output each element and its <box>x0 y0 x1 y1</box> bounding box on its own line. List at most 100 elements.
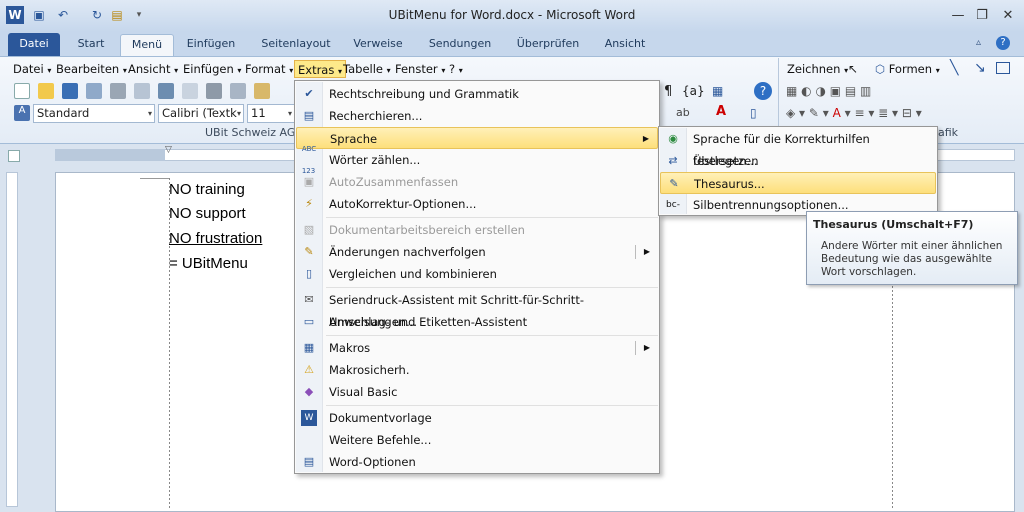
menu-einfuegen[interactable]: Einfügen ▾ <box>180 60 244 78</box>
research-toolbar-icon[interactable] <box>182 83 198 99</box>
menu-item-set-language[interactable]: ◉ Sprache für die Korrekturhilfen festleg… <box>660 128 936 168</box>
shape-tools-icon[interactable]: ▦ ◐ ◑ ▣ ▤ ▥ <box>786 84 871 98</box>
hyphenation-icon: bc- <box>666 200 680 210</box>
highlight-icon[interactable]: ab <box>676 106 690 119</box>
collapse-ribbon-icon[interactable]: ▵ <box>976 37 981 48</box>
ruler-margin <box>55 149 165 161</box>
menu-item-word-options[interactable]: ▤ Word-Optionen <box>296 451 658 473</box>
tab-start[interactable]: Start <box>66 34 116 56</box>
menu-item-word-count[interactable]: ABC123Wörter zählen... <box>296 145 658 175</box>
tab-einfuegen[interactable]: Einfügen <box>180 34 242 56</box>
visual-basic-icon: ◆ <box>304 385 314 398</box>
font-color-icon[interactable]: A <box>716 104 726 119</box>
menu-item-translate[interactable]: ⇄ Übersetzen <box>660 150 936 172</box>
print-icon[interactable] <box>110 83 126 99</box>
tab-ansicht[interactable]: Ansicht <box>596 34 654 56</box>
font-size-combo[interactable]: 11 ▾ <box>247 104 295 123</box>
menu-item-spelling[interactable]: ✔ Rechtschreibung und Grammatik <box>296 83 658 105</box>
paste-icon[interactable] <box>254 83 270 99</box>
tab-selector-icon[interactable] <box>8 150 20 162</box>
permission-icon[interactable] <box>86 83 102 99</box>
menu-bearbeiten[interactable]: Bearbeiten ▾ <box>53 60 130 78</box>
zoom-icon[interactable]: ▦ <box>712 84 723 98</box>
menu-item-track-changes[interactable]: ✎ Änderungen nachverfolgen ▶ <box>296 241 658 263</box>
field-code-icon[interactable]: {a} <box>682 84 705 98</box>
translate-icon: ⇄ <box>668 154 678 167</box>
tab-seitenlayout[interactable]: Seitenlayout <box>252 34 340 56</box>
menu-format[interactable]: Format ▾ <box>242 60 296 78</box>
tab-sendungen[interactable]: Sendungen <box>420 34 500 56</box>
sprache-submenu: ◉ Sprache für die Korrekturhilfen festleg… <box>658 126 938 216</box>
arrow-icon[interactable]: ↘ <box>974 60 986 76</box>
copy-icon[interactable] <box>230 83 246 99</box>
menu-item-sprache[interactable]: Sprache ▶ <box>296 127 658 149</box>
thesaurus-icon: ✎ <box>669 177 679 190</box>
tab-menu[interactable]: Menü <box>120 34 174 56</box>
menu-item-autosummary: ▣ AutoZusammenfassen <box>296 171 658 193</box>
tab-ueberpruefen[interactable]: Überprüfen <box>508 34 588 56</box>
tab-verweise[interactable]: Verweise <box>346 34 410 56</box>
line-icon[interactable]: ╲ <box>950 60 958 76</box>
menu-ansicht[interactable]: Ansicht ▾ <box>125 60 181 78</box>
rectangle-icon[interactable] <box>996 62 1010 74</box>
envelope-icon: ▭ <box>303 315 315 328</box>
spelling-toolbar-icon[interactable] <box>158 83 174 99</box>
mail-merge-icon: ✉ <box>304 293 314 306</box>
menu-tabelle[interactable]: Tabelle ▾ <box>340 60 394 78</box>
new-document-icon[interactable] <box>14 83 30 99</box>
menu-item-thesaurus[interactable]: ✎ Thesaurus... <box>660 172 936 194</box>
menu-formen[interactable]: ⬡ Formen ▾ <box>872 60 943 78</box>
vertical-ruler[interactable] <box>6 172 18 507</box>
menu-item-more-commands[interactable]: Weitere Befehle... <box>296 429 658 451</box>
menu-item-envelope[interactable]: ▭ Umschlag- und Etiketten-Assistent <box>296 311 658 333</box>
menu-item-template[interactable]: W Dokumentvorlage <box>296 407 658 429</box>
menu-help[interactable]: ? ▾ <box>446 60 466 78</box>
menu-item-macro-security[interactable]: ⚠ Makrosicherh. <box>296 359 658 381</box>
indent-marker[interactable]: ▽ <box>165 145 172 155</box>
minimize-icon[interactable]: — <box>948 8 968 24</box>
doc-line: NO frustration <box>169 230 263 247</box>
restore-icon[interactable]: ❐ <box>972 8 992 24</box>
tab-datei[interactable]: Datei <box>8 33 60 56</box>
open-folder-icon[interactable] <box>38 83 54 99</box>
shape-format-icon[interactable]: ◈ ▾ ✎ ▾ A ▾ ≡ ▾ ≣ ▾ ⊟ ▾ <box>786 106 922 120</box>
extras-menu: ✔ Rechtschreibung und Grammatik ▤ Recherch… <box>294 80 660 474</box>
menu-item-mail-merge[interactable]: ✉ Seriendruck-Assistent mit Schritt-für-S… <box>296 289 658 329</box>
doc-line: NO training <box>169 181 245 198</box>
margin-guide-left <box>169 178 170 508</box>
menu-datei[interactable]: Datei ▾ <box>10 60 54 78</box>
tooltip-body: Andere Wörter mit einer ähnlichen Bedeut… <box>821 240 1003 278</box>
options-icon: ▤ <box>303 455 315 468</box>
pointer-icon[interactable]: ↖ <box>848 62 858 76</box>
menu-zeichnen[interactable]: Zeichnen ▾ <box>784 60 851 78</box>
help-toolbar-icon[interactable]: ? <box>754 82 772 100</box>
autocorrect-icon: ⚡ <box>305 197 313 210</box>
menu-separator <box>326 287 658 288</box>
help-icon[interactable]: ? <box>996 36 1010 50</box>
pilcrow-icon[interactable]: ¶ <box>664 84 672 99</box>
style-combo[interactable]: Standard ▾ <box>33 104 155 123</box>
doc-line: NO support <box>169 205 246 222</box>
submenu-arrow-icon: ▶ <box>642 134 649 143</box>
menu-item-compare[interactable]: ▯ Vergleichen und kombinieren <box>296 263 658 285</box>
cut-icon[interactable] <box>206 83 222 99</box>
close-icon[interactable]: ✕ <box>998 8 1018 24</box>
menu-fenster[interactable]: Fenster ▾ <box>392 60 448 78</box>
menu-extras[interactable]: Extras ▾ <box>294 60 347 78</box>
styles-icon[interactable]: A <box>14 105 30 121</box>
save-toolbar-icon[interactable] <box>62 83 78 99</box>
menu-item-visual-basic[interactable]: ◆ Visual Basic <box>296 381 658 403</box>
macros-icon: ▦ <box>303 341 315 354</box>
track-changes-icon: ✎ <box>304 245 314 258</box>
print-preview-icon[interactable] <box>134 83 150 99</box>
warning-icon: ⚠ <box>304 363 314 376</box>
menu-item-macros[interactable]: ▦ Makros ▶ <box>296 337 658 359</box>
autosummary-icon: ▣ <box>303 175 315 188</box>
menu-separator <box>326 405 658 406</box>
spelling-icon: ✔ <box>304 87 314 100</box>
font-combo[interactable]: Calibri (Textk ▾ <box>158 104 244 123</box>
menu-item-autocorrect[interactable]: ⚡ AutoKorrektur-Optionen... <box>296 193 658 215</box>
submenu-arrow-icon: ▶ <box>643 247 650 256</box>
menu-item-research[interactable]: ▤ Recherchieren... <box>296 105 658 127</box>
book-icon[interactable]: ▯ <box>750 106 757 120</box>
